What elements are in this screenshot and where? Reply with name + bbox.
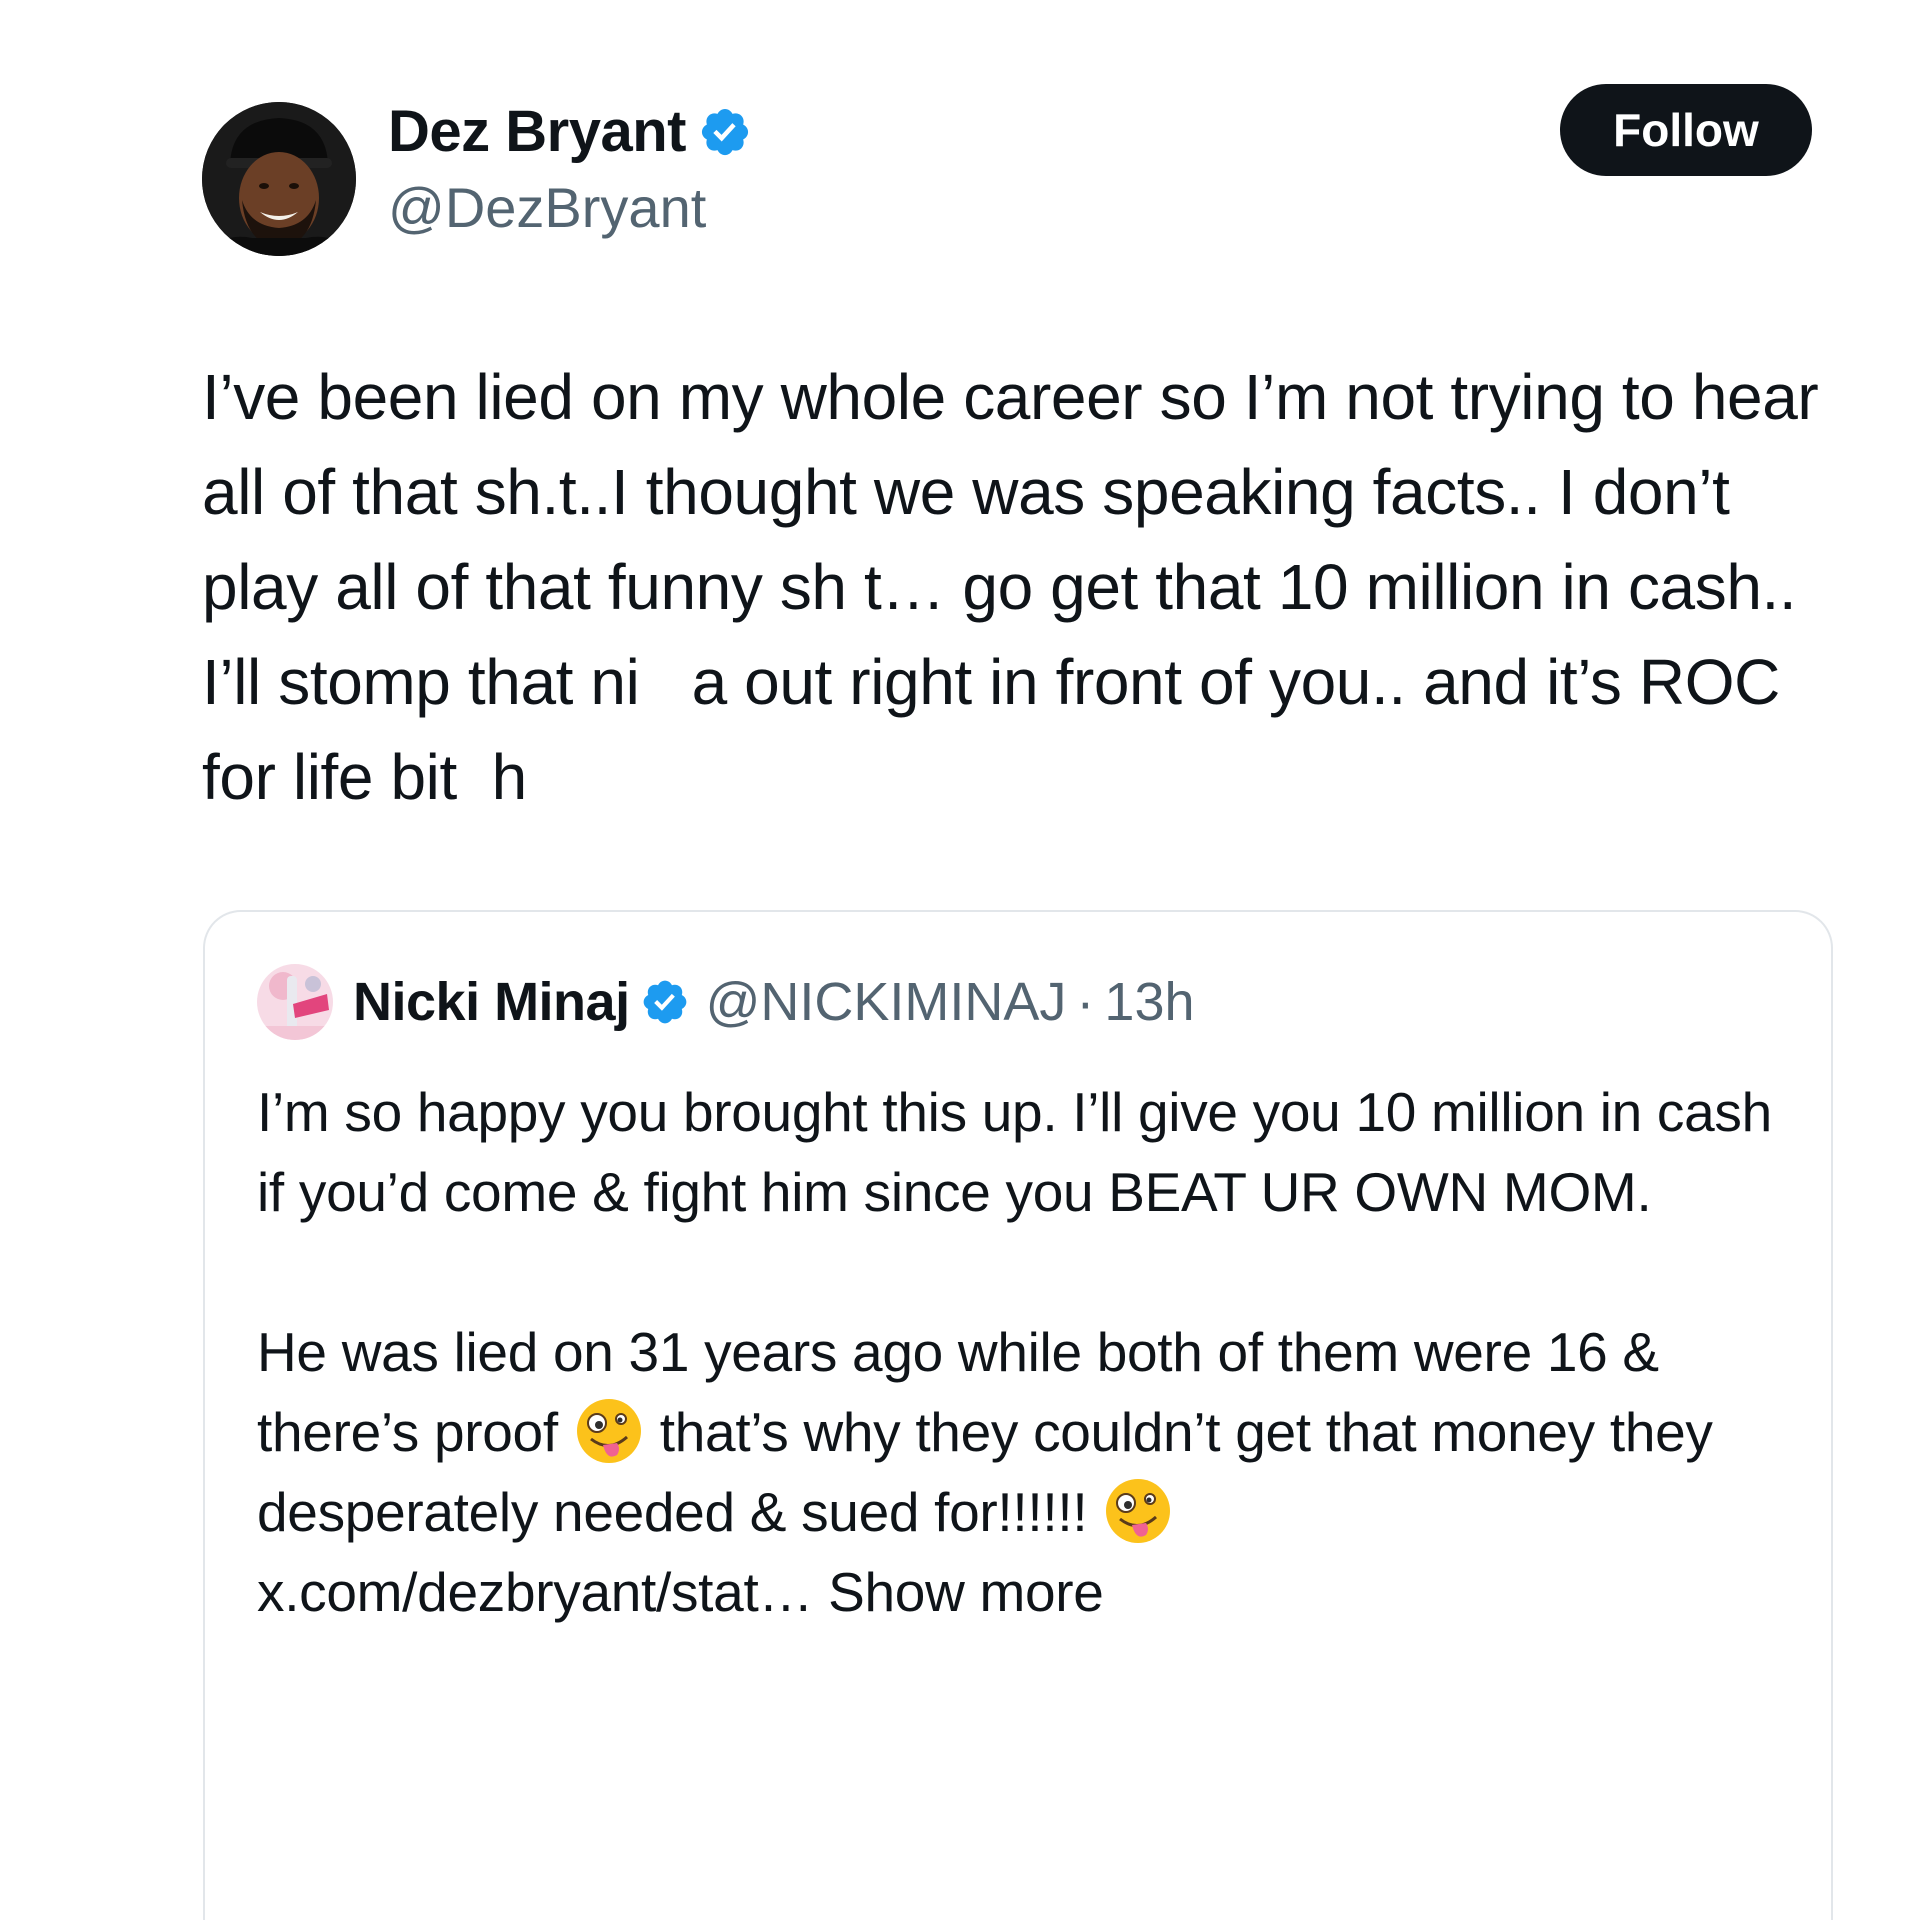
quoted-author-handle[interactable]: @NICKIMINAJ xyxy=(706,971,1067,1033)
quoted-tweet-text: I’m so happy you brought this up. I’ll g… xyxy=(257,1072,1797,1632)
tweet-card: Dez Bryant @DezBryant Follow I’ve been l… xyxy=(0,0,1920,1920)
quoted-tweet-timestamp[interactable]: 13h xyxy=(1104,971,1194,1033)
quoted-paragraph-1: I’m so happy you brought this up. I’ll g… xyxy=(257,1081,1772,1223)
avatar-photo-icon xyxy=(257,964,333,1040)
avatar-photo-icon xyxy=(202,102,356,256)
quoted-author-name[interactable]: Nicki Minaj xyxy=(353,971,630,1033)
author-name[interactable]: Dez Bryant xyxy=(388,100,686,164)
meta-separator: · xyxy=(1076,972,1095,1032)
quoted-author-avatar[interactable] xyxy=(257,964,333,1040)
verified-badge-icon xyxy=(701,108,749,156)
author-avatar[interactable] xyxy=(202,102,356,256)
zany-face-icon xyxy=(576,1399,641,1463)
quoted-link[interactable]: x.com/dezbryant/stat… xyxy=(257,1561,813,1623)
tweet-text: I’ve been lied on my whole career so I’m… xyxy=(202,361,1836,813)
quoted-tweet-header: Nicki Minaj @NICKIMINAJ · 13h xyxy=(257,964,1195,1040)
quoted-tweet-card[interactable]: Nicki Minaj @NICKIMINAJ · 13h I’m so hap… xyxy=(203,910,1833,1920)
zany-face-icon xyxy=(1106,1479,1171,1543)
author-name-row: Dez Bryant xyxy=(388,100,752,164)
verified-badge-icon xyxy=(643,980,686,1024)
author-handle[interactable]: @DezBryant xyxy=(388,176,706,240)
follow-button[interactable]: Follow xyxy=(1560,84,1812,176)
quoted-paragraph-2: He was lied on 31 years ago while both o… xyxy=(257,1312,1797,1632)
show-more-link[interactable]: Show more xyxy=(828,1561,1104,1623)
